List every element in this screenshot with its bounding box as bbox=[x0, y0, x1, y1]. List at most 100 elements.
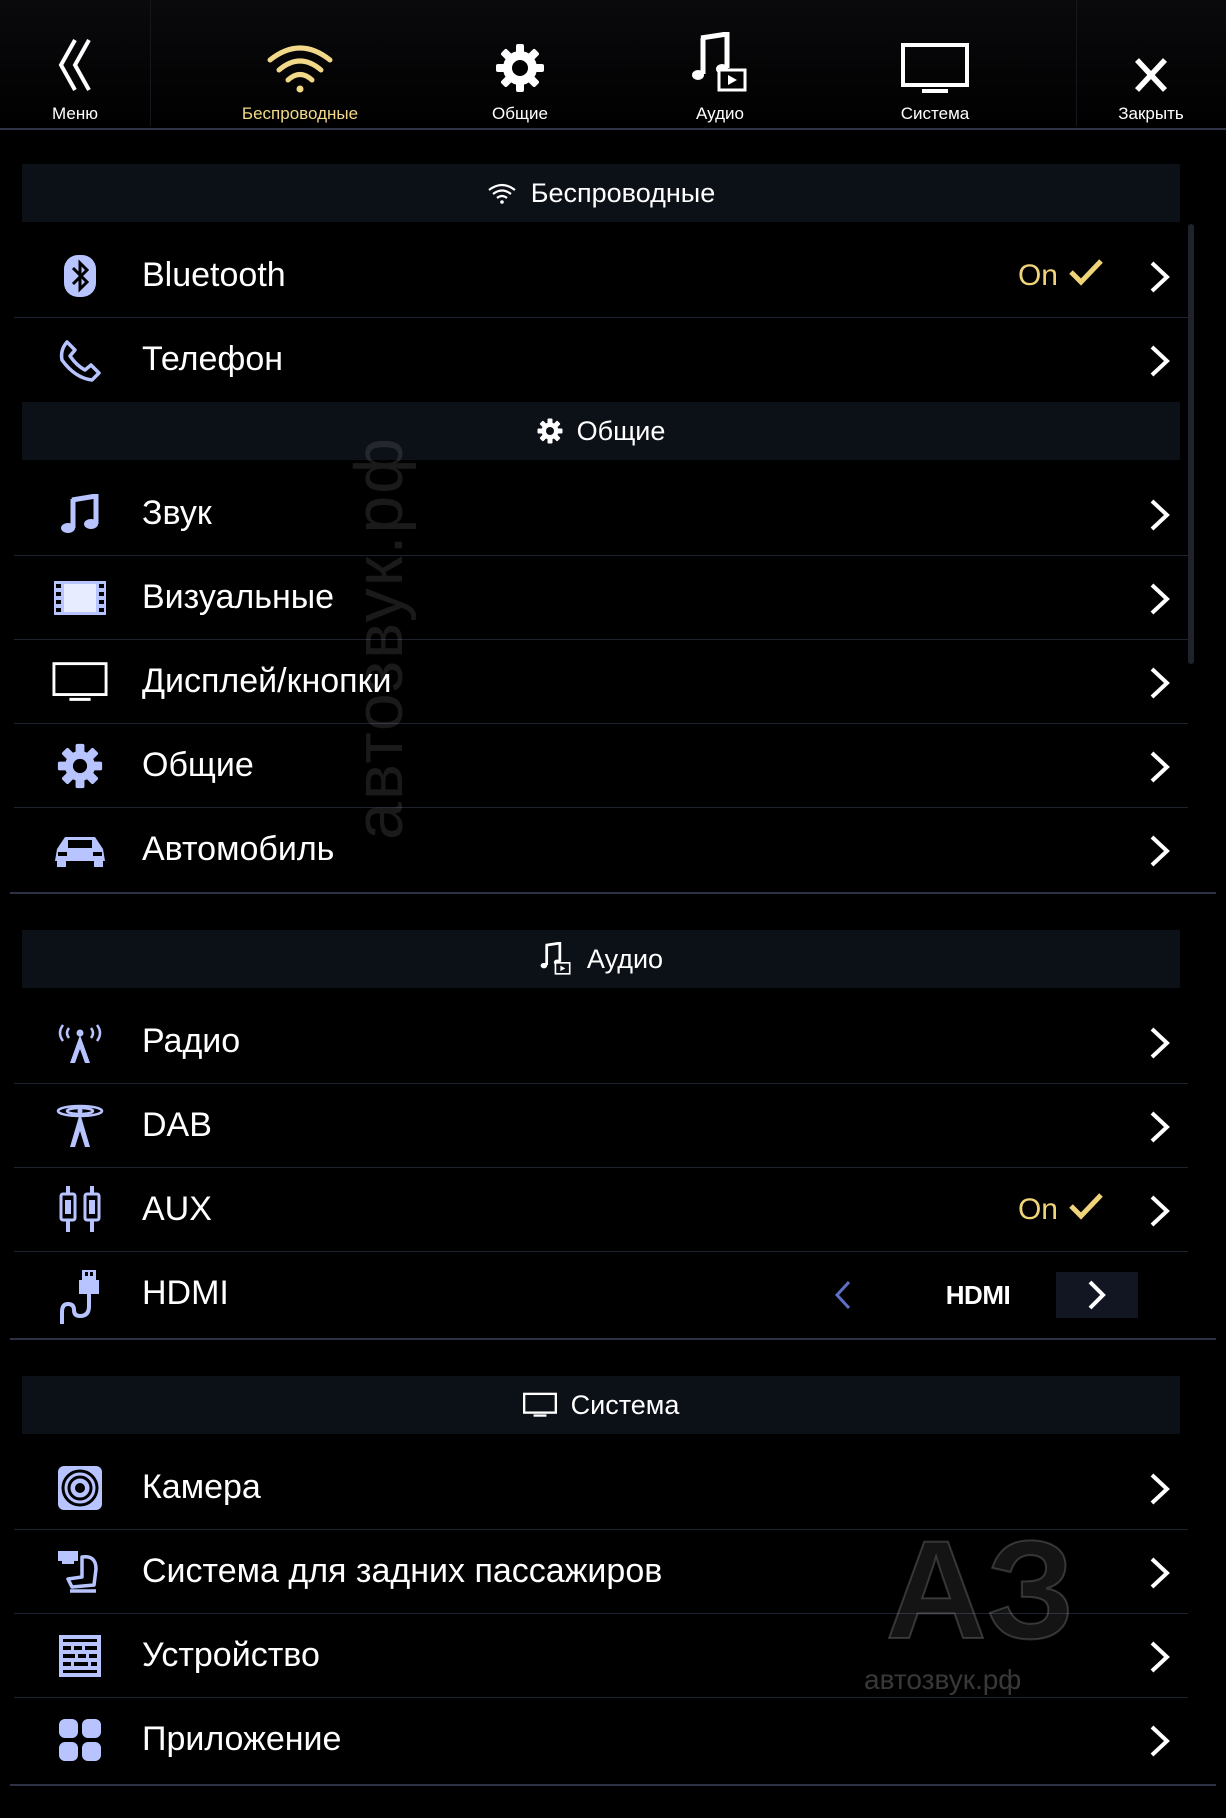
section-header-audio: Аудио bbox=[22, 930, 1180, 988]
film-strip-icon bbox=[52, 574, 108, 622]
music-video-icon bbox=[539, 942, 573, 976]
chevron-right-icon bbox=[1088, 1280, 1106, 1310]
tab-wireless[interactable]: Беспроводные bbox=[200, 0, 400, 126]
list-item-sound[interactable]: Звук bbox=[0, 472, 1226, 556]
item-label: Приложение bbox=[142, 1720, 342, 1758]
item-label: Камера bbox=[142, 1468, 261, 1506]
tab-audio[interactable]: Аудио bbox=[660, 0, 780, 126]
item-label: DAB bbox=[142, 1106, 212, 1144]
hdmi-cable-icon bbox=[52, 1270, 108, 1324]
music-video-icon bbox=[691, 22, 749, 94]
item-label: Автомобиль bbox=[142, 830, 335, 868]
chevron-right-icon bbox=[1150, 1111, 1170, 1143]
status-text: On bbox=[1017, 259, 1058, 292]
scrollbar[interactable] bbox=[1188, 224, 1194, 664]
chevron-right-icon bbox=[1150, 499, 1170, 531]
gear-icon bbox=[52, 742, 108, 790]
list-item-visual[interactable]: Визуальные bbox=[0, 556, 1226, 640]
item-label: Устройство bbox=[142, 1636, 320, 1674]
section-title: Беспроводные bbox=[530, 177, 716, 208]
list-item-dab[interactable]: DAB bbox=[0, 1084, 1226, 1168]
watermark-vertical: автозвук.рф bbox=[341, 435, 417, 840]
chevron-right-icon bbox=[1150, 261, 1170, 293]
audio-tab-label: Аудио bbox=[696, 104, 744, 123]
phone-icon bbox=[52, 336, 108, 384]
wifi-icon bbox=[487, 182, 517, 204]
item-label: Визуальные bbox=[142, 578, 335, 616]
chevron-right-icon bbox=[1150, 1641, 1170, 1673]
chevron-right-icon bbox=[1150, 1027, 1170, 1059]
apps-grid-icon bbox=[52, 1716, 108, 1764]
wireless-tab-label: Беспроводные bbox=[241, 104, 359, 123]
section-header-system: Система bbox=[22, 1376, 1180, 1434]
list-item-vehicle[interactable]: Автомобиль bbox=[0, 808, 1226, 892]
list-item-phone[interactable]: Телефон bbox=[0, 318, 1226, 402]
list-item-hdmi[interactable]: HDMI HDMI bbox=[0, 1252, 1226, 1336]
gear-icon bbox=[537, 418, 563, 444]
item-label: Bluetooth bbox=[142, 256, 286, 294]
chevron-right-icon bbox=[1150, 583, 1170, 615]
item-label: Звук bbox=[142, 494, 212, 532]
rear-seat-icon bbox=[52, 1548, 108, 1596]
chevron-right-icon bbox=[1150, 667, 1170, 699]
chevron-right-icon bbox=[1150, 1195, 1170, 1227]
watermark-logo-text: автозвук.рф bbox=[864, 1664, 1022, 1695]
double-chevron-left-icon bbox=[55, 22, 95, 94]
tab-system[interactable]: Система bbox=[860, 0, 1010, 126]
list-item-camera[interactable]: Камера bbox=[0, 1446, 1226, 1530]
list-item-general[interactable]: Общие bbox=[0, 724, 1226, 808]
section-header-wireless: Беспроводные bbox=[22, 164, 1180, 222]
status-on: On bbox=[1018, 1192, 1104, 1228]
status-text: On bbox=[1017, 1193, 1058, 1226]
hdmi-source-selector[interactable]: HDMI bbox=[828, 1272, 1138, 1318]
close-icon bbox=[1133, 22, 1169, 94]
system-tab-label: Система bbox=[900, 104, 970, 123]
checkmark-icon bbox=[1068, 258, 1104, 294]
list-item-display-buttons[interactable]: Дисплей/кнопки bbox=[0, 640, 1226, 724]
item-label: Система для задних пассажиров bbox=[142, 1552, 663, 1590]
monitor-icon bbox=[522, 1392, 557, 1418]
chevron-right-icon bbox=[1150, 1725, 1170, 1757]
top-separator bbox=[150, 0, 151, 126]
watermark-logo: АЗ bbox=[885, 1520, 1076, 1660]
section-title: Аудио bbox=[586, 943, 664, 974]
wifi-icon bbox=[266, 22, 334, 94]
checkmark-icon bbox=[1068, 1192, 1104, 1228]
rca-plug-icon bbox=[52, 1186, 108, 1234]
list-item-radio[interactable]: Радио bbox=[0, 1000, 1226, 1084]
chevron-right-icon bbox=[1150, 345, 1170, 377]
status-on: On bbox=[1018, 258, 1104, 294]
watermark-logo-letters: АЗ bbox=[886, 1520, 1075, 1660]
monitor-icon bbox=[52, 658, 108, 706]
menu-label: Меню bbox=[52, 104, 98, 123]
item-label: Радио bbox=[142, 1022, 241, 1060]
hdmi-previous-button[interactable] bbox=[828, 1276, 858, 1314]
dab-antenna-icon bbox=[52, 1102, 108, 1150]
menu-button[interactable]: Меню bbox=[0, 0, 150, 126]
chevron-right-icon bbox=[1150, 1473, 1170, 1505]
hdmi-selected-value: HDMI bbox=[945, 1280, 1011, 1310]
list-item-bluetooth[interactable]: Bluetooth On bbox=[0, 234, 1226, 318]
section-title: Общие bbox=[576, 415, 666, 446]
section-separator bbox=[10, 1338, 1216, 1340]
general-tab-label: Общие bbox=[492, 104, 548, 123]
camera-icon bbox=[52, 1464, 108, 1512]
chevron-right-icon bbox=[1150, 1557, 1170, 1589]
chevron-right-icon bbox=[1150, 835, 1170, 867]
list-item-aux[interactable]: AUX On bbox=[0, 1168, 1226, 1252]
chevron-left-icon bbox=[834, 1280, 851, 1310]
list-item-application[interactable]: Приложение bbox=[0, 1698, 1226, 1782]
section-separator bbox=[10, 1784, 1216, 1786]
section-title: Система bbox=[570, 1389, 680, 1420]
close-label: Закрыть bbox=[1118, 104, 1184, 123]
radio-antenna-icon bbox=[52, 1018, 108, 1066]
item-label: Телефон bbox=[142, 340, 284, 378]
device-keyboard-icon bbox=[52, 1632, 108, 1680]
hdmi-next-button[interactable] bbox=[1056, 1272, 1138, 1318]
close-button[interactable]: Закрыть bbox=[1076, 0, 1226, 126]
item-label: Общие bbox=[142, 746, 254, 784]
music-note-icon bbox=[52, 490, 108, 538]
gear-icon bbox=[494, 22, 546, 94]
tab-general[interactable]: Общие bbox=[460, 0, 580, 126]
chevron-right-icon bbox=[1150, 751, 1170, 783]
